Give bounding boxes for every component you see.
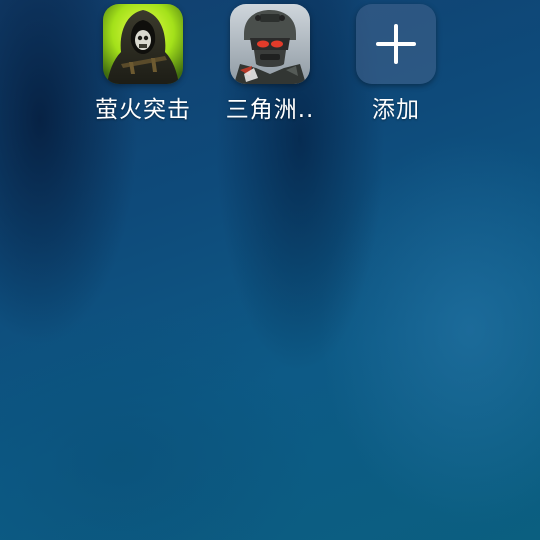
add-app-button[interactable]: 添加	[333, 4, 459, 124]
app-label: 萤火突击	[95, 97, 191, 123]
app-label: 三角洲..	[225, 97, 315, 123]
app-delta-force[interactable]: 三角洲..	[207, 4, 333, 124]
firefly-assault-icon[interactable]	[103, 4, 183, 84]
delta-force-icon[interactable]	[230, 4, 310, 84]
app-label: 添加	[372, 97, 420, 123]
app-grid: 萤火突击 三角洲.. 添加	[0, 0, 540, 140]
app-firefly-assault[interactable]: 萤火突击	[80, 4, 206, 124]
plus-icon[interactable]	[356, 4, 436, 84]
